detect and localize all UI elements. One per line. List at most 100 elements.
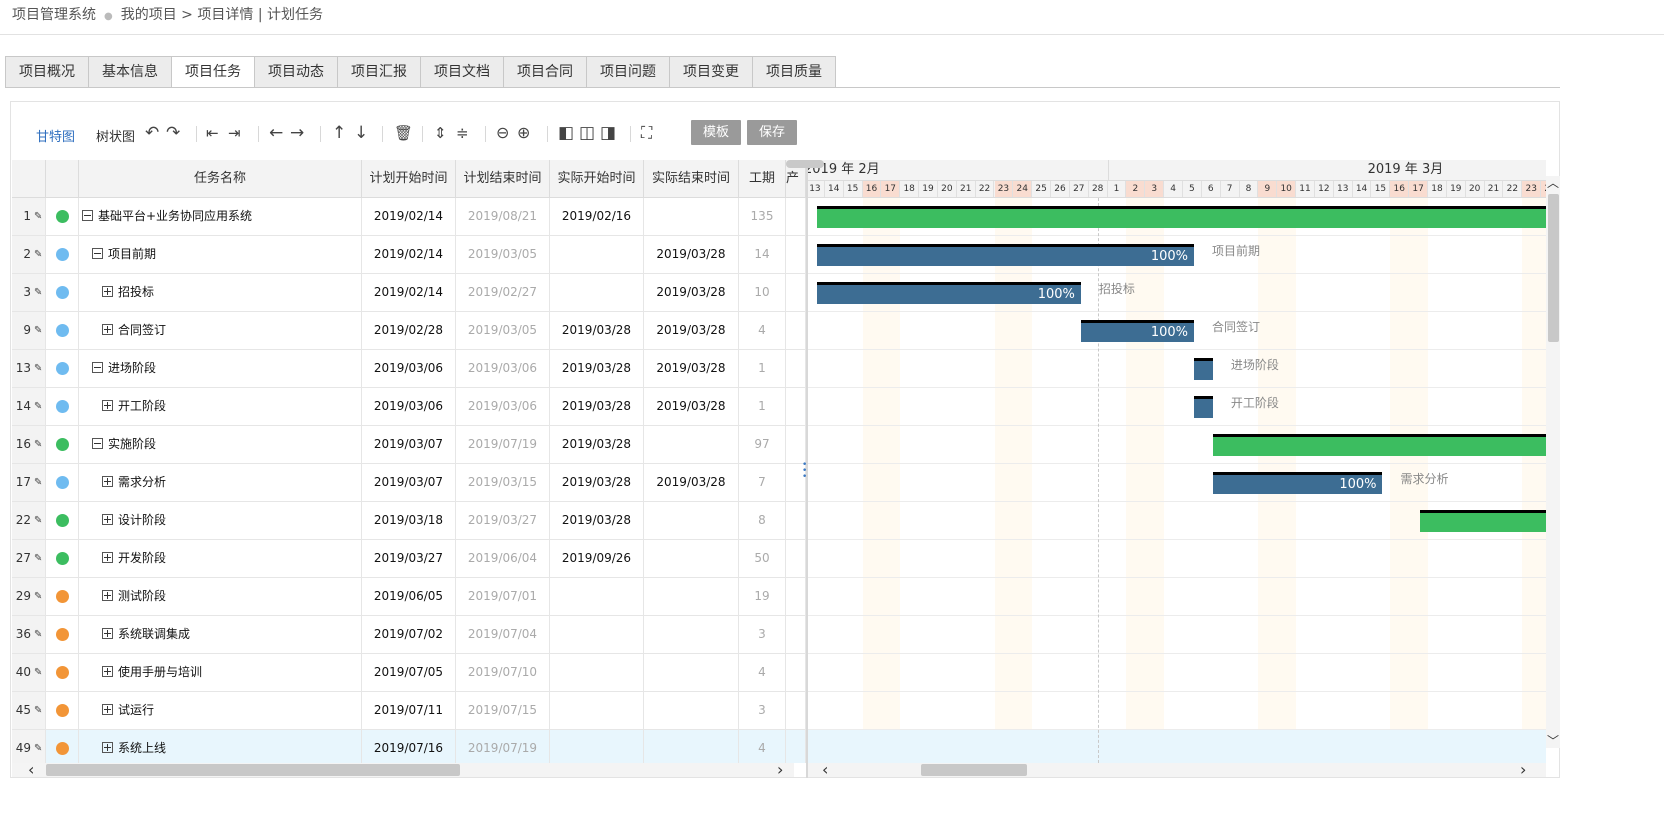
save-button[interactable]: 保存 [747,120,797,145]
cell-plan-start[interactable]: 2019/02/14 [362,236,456,273]
cell-plan-end[interactable]: 2019/03/06 [456,388,550,425]
cell-output[interactable] [786,198,806,235]
cell-output[interactable] [786,578,806,615]
layout-left-icon[interactable]: ◧ [558,122,574,144]
task-row[interactable]: 40 ✎ 使用手册与培训 2019/07/05 2019/07/10 4 [12,654,806,692]
task-name-cell[interactable]: 使用手册与培训 [79,654,362,691]
gantt-bar[interactable]: 100% [1080,320,1194,342]
gantt-bar[interactable] [1194,358,1213,380]
cell-plan-start[interactable]: 2019/07/16 [362,730,456,763]
cell-output[interactable] [786,540,806,577]
cell-duration[interactable]: 8 [739,502,786,539]
expand-icon[interactable] [102,400,113,411]
tab-0[interactable]: 项目概况 [5,56,89,88]
task-row[interactable]: 45 ✎ 试运行 2019/07/11 2019/07/15 3 [12,692,806,730]
cell-actual-end[interactable] [644,578,739,615]
tab-8[interactable]: 项目变更 [669,56,753,88]
cell-output[interactable] [786,388,806,425]
cell-actual-end[interactable] [644,198,739,235]
task-name-cell[interactable]: 试运行 [79,692,362,729]
tab-9[interactable]: 项目质量 [752,56,836,88]
cell-actual-end[interactable] [644,654,739,691]
breadcrumb-root[interactable]: 项目管理系统 [12,7,96,23]
redo-icon[interactable]: ↷ [166,122,180,144]
edit-pencil-icon[interactable]: ✎ [34,426,42,463]
cell-plan-end[interactable]: 2019/07/01 [456,578,550,615]
arrow-right-icon[interactable]: → [290,122,304,144]
template-button[interactable]: 模板 [691,120,741,145]
cell-plan-start[interactable]: 2019/07/11 [362,692,456,729]
task-row[interactable]: 17 ✎ 需求分析 2019/03/07 2019/03/15 2019/03/28 201… [12,464,806,502]
layout-right-icon[interactable]: ◨ [600,122,616,144]
edit-pencil-icon[interactable]: ✎ [34,350,42,387]
scroll-down-icon[interactable]: ﹀ [1547,734,1559,748]
expand-all-icon[interactable]: ⇕ [434,122,447,144]
header-actual-start[interactable]: 实际开始时间 [550,160,644,197]
cell-actual-start[interactable]: 2019/03/28 [550,502,644,539]
edit-pencil-icon[interactable]: ✎ [34,616,42,653]
task-name-cell[interactable]: 设计阶段 [79,502,362,539]
gantt-bar[interactable] [1194,396,1213,418]
expand-icon[interactable] [102,704,113,715]
task-row[interactable]: 16 ✎ 实施阶段 2019/03/07 2019/07/19 2019/03/28 97 [12,426,806,464]
collapse-icon[interactable] [92,438,103,449]
splitter-handle-icon[interactable]: • • • [802,461,807,482]
arrow-left-icon[interactable]: ← [269,122,283,144]
task-row[interactable]: 13 ✎ 进场阶段 2019/03/06 2019/03/06 2019/03/28 201… [12,350,806,388]
cell-actual-end[interactable] [644,730,739,763]
cell-output[interactable] [786,692,806,729]
cell-duration[interactable]: 3 [739,616,786,653]
cell-plan-end[interactable]: 2019/03/27 [456,502,550,539]
edit-pencil-icon[interactable]: ✎ [34,464,42,501]
gantt-scroll-thumb[interactable] [921,764,1027,776]
tab-2[interactable]: 项目任务 [171,56,255,88]
grid-scroll-left-icon[interactable]: ‹ [28,762,34,778]
cell-output[interactable] [786,426,806,463]
collapse-all-icon[interactable]: ≑ [456,122,469,144]
cell-plan-end[interactable]: 2019/03/05 [456,236,550,273]
cell-actual-end[interactable] [644,426,739,463]
cell-plan-end[interactable]: 2019/03/15 [456,464,550,501]
fullscreen-icon[interactable]: ⛶ [641,122,652,144]
cell-output[interactable] [786,502,806,539]
edit-pencil-icon[interactable]: ✎ [34,312,42,349]
task-row[interactable]: 22 ✎ 设计阶段 2019/03/18 2019/03/27 2019/03/28 8 [12,502,806,540]
cell-duration[interactable]: 4 [739,654,786,691]
expand-icon[interactable] [102,286,113,297]
cell-actual-end[interactable] [644,540,739,577]
cell-plan-start[interactable]: 2019/03/27 [362,540,456,577]
cell-actual-end[interactable] [644,692,739,729]
gantt-scroll-right-icon[interactable]: › [1520,762,1526,778]
expand-icon[interactable] [102,666,113,677]
cell-actual-start[interactable]: 2019/09/26 [550,540,644,577]
cell-actual-end[interactable] [644,502,739,539]
task-row[interactable]: 36 ✎ 系统联调集成 2019/07/02 2019/07/04 3 [12,616,806,654]
cell-plan-start[interactable]: 2019/02/14 [362,274,456,311]
cell-actual-end[interactable]: 2019/03/28 [644,274,739,311]
cell-actual-start[interactable] [550,692,644,729]
cell-duration[interactable]: 50 [739,540,786,577]
cell-plan-start[interactable]: 2019/03/18 [362,502,456,539]
cell-duration[interactable]: 1 [739,350,786,387]
task-row[interactable]: 27 ✎ 开发阶段 2019/03/27 2019/06/04 2019/09/26 50 [12,540,806,578]
edit-pencil-icon[interactable]: ✎ [34,502,42,539]
expand-icon[interactable] [102,590,113,601]
cell-output[interactable] [786,654,806,691]
expand-icon[interactable] [102,742,113,753]
tab-4[interactable]: 项目汇报 [337,56,421,88]
gantt-bar[interactable]: 100% [817,282,1081,304]
tab-3[interactable]: 项目动态 [254,56,338,88]
cell-output[interactable] [786,274,806,311]
cell-duration[interactable]: 14 [739,236,786,273]
gantt-bar[interactable] [817,206,1546,228]
cell-actual-end[interactable]: 2019/03/28 [644,236,739,273]
header-plan-start[interactable]: 计划开始时间 [362,160,456,197]
undo-icon[interactable]: ↶ [145,122,159,144]
cell-plan-start[interactable]: 2019/03/07 [362,426,456,463]
cell-plan-end[interactable]: 2019/08/21 [456,198,550,235]
gantt-bar[interactable]: 100% [1212,472,1383,494]
cell-duration[interactable]: 97 [739,426,786,463]
cell-duration[interactable]: 4 [739,730,786,763]
cell-duration[interactable]: 7 [739,464,786,501]
task-name-cell[interactable]: 系统联调集成 [79,616,362,653]
